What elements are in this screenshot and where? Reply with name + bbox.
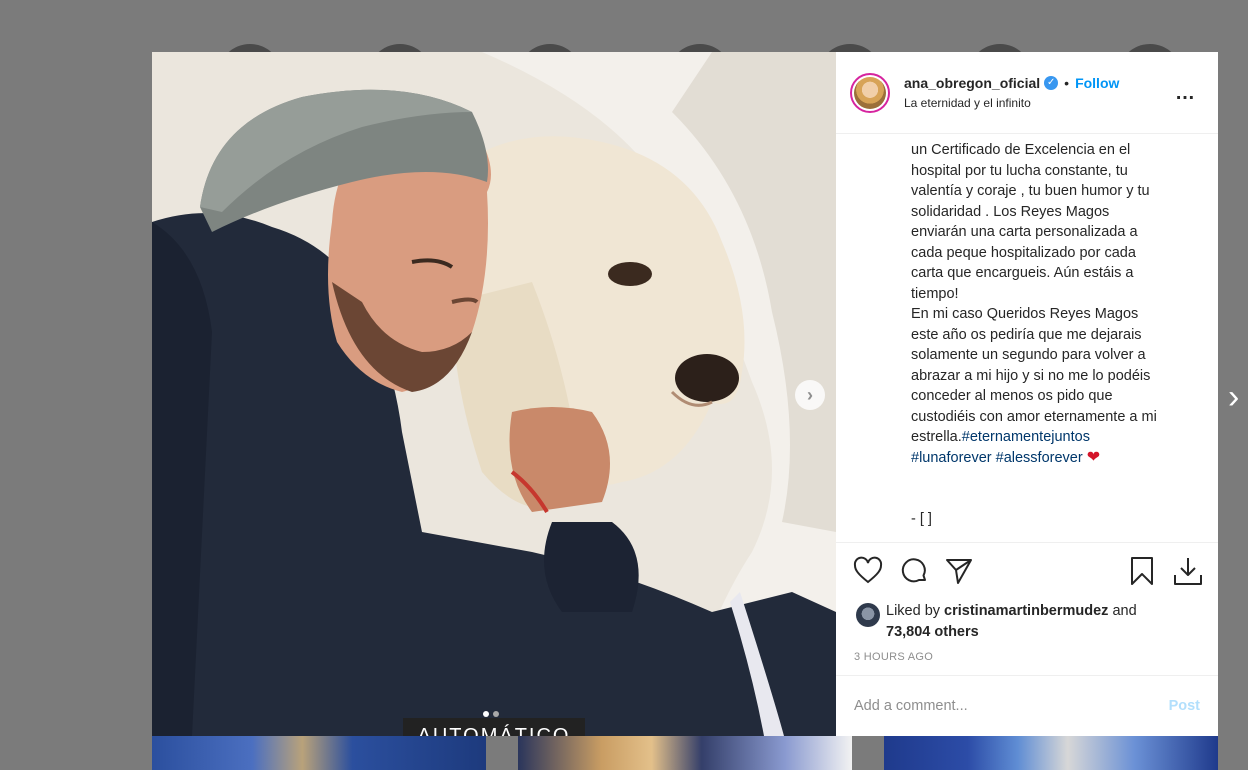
post-modal: › AUTOMÁTICO ana_obregon_oficial ✓ • Fol… [152,52,1218,736]
post-photo[interactable]: › AUTOMÁTICO [152,52,836,736]
hashtag-link[interactable]: #eternamentejuntos [962,429,1090,445]
caption-line: estrella.#eternamentejuntos [911,427,1202,448]
caption-line: En mi caso Queridos Reyes Magos [911,306,1139,322]
caption-line: carta que encargueis. Aún estáis a [911,265,1134,281]
post-comment-button[interactable]: Post [1169,698,1200,714]
photo-overlay-label: AUTOMÁTICO [403,718,585,736]
likes-count[interactable]: 73,804 others [886,624,979,640]
comment-input[interactable]: Add a comment... [854,698,1169,714]
background-thumbnail[interactable] [518,736,852,770]
comment-bar: Add a comment... Post [836,676,1218,736]
heart-emoji: ❤ [1086,448,1101,466]
caption-text: estrella. [911,429,962,445]
share-icon[interactable] [943,555,975,587]
post-header: ana_obregon_oficial ✓ • Follow La eterni… [836,52,1218,134]
likes-summary: Liked by cristinamartinbermudez and 73,8… [836,601,1218,649]
comment-icon[interactable] [898,555,930,587]
likes-prefix: Liked by [886,603,941,619]
post-timestamp[interactable]: 3 HOURS AGO [836,649,1218,676]
next-photo-button[interactable]: › [795,380,825,410]
next-post-chevron-right-icon[interactable]: › [1228,378,1239,417]
verified-badge-icon: ✓ [1044,76,1059,90]
chevron-right-icon: › [807,384,813,405]
follow-button[interactable]: Follow [1075,75,1119,91]
background-thumbnail[interactable] [884,736,1218,770]
likes-and: and [1112,603,1137,619]
carousel-dot [493,711,499,717]
liker-avatar[interactable] [856,603,880,627]
caption-line: hospital por tu lucha constante, tu [911,162,1128,179]
author-username[interactable]: ana_obregon_oficial [904,75,1040,91]
hashtag-link[interactable]: #lunaforever [911,450,992,466]
caption-line: conceder al menos os pido que [911,388,1113,404]
caption-line: - [ ] [911,511,932,527]
caption-line: este año os pediría que me dejarais [911,326,1142,343]
post-sidebar: ana_obregon_oficial ✓ • Follow La eterni… [836,52,1218,736]
caption-line: enviarán una carta personalizada a [911,224,1138,240]
author-avatar-image [854,76,886,109]
caption-line: solidaridad . Los Reyes Magos [911,203,1110,220]
caption-line: #lunaforever #alessforever ❤ [911,448,1202,469]
background-thumbnail[interactable] [152,736,486,770]
caption: un Certificado de Excelencia en el hospi… [836,134,1218,543]
caption-line: solamente un segundo para volver a [911,347,1146,363]
post-location[interactable]: La eternidad y el infinito [904,96,1119,110]
post-photo-image [152,52,836,736]
download-icon[interactable] [1172,555,1204,587]
caption-line: valentía y coraje , tu buen humor y tu [911,183,1150,199]
author-avatar[interactable] [850,72,890,113]
caption-line: abrazar a mi hijo y si no me lo podéis [911,367,1151,384]
separator: • [1064,75,1070,91]
caption-line: custodiéis con amor eternamente a mi [911,408,1157,425]
bookmark-icon[interactable] [1126,555,1158,587]
heart-icon[interactable] [852,555,884,587]
caption-line: cada peque hospitalizado por cada [911,244,1136,261]
carousel-dot-active [483,711,489,717]
caption-line: tiempo! [911,285,959,302]
more-options-icon[interactable]: … [1175,82,1196,105]
hashtag-link[interactable]: #alessforever [996,450,1083,466]
action-bar [836,543,1218,601]
caption-line: un Certificado de Excelencia en el [911,142,1131,158]
carousel-indicator [483,711,499,717]
liker-username[interactable]: cristinamartinbermudez [944,603,1108,619]
